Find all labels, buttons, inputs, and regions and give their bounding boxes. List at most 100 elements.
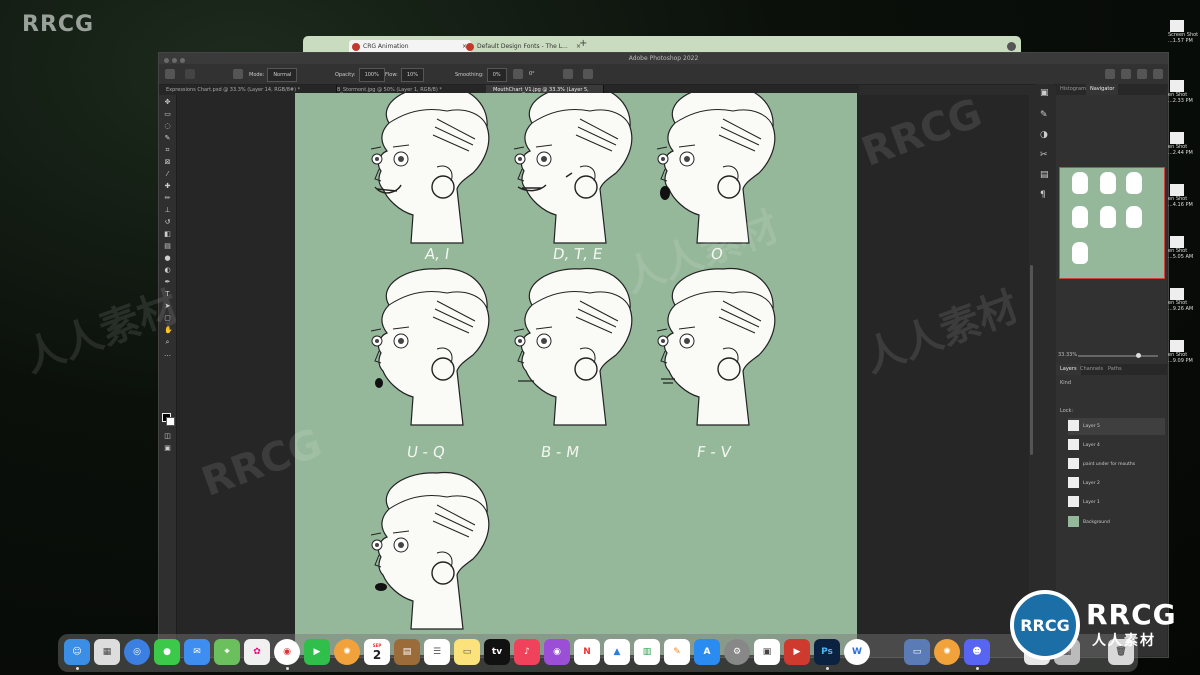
symmetry-icon[interactable] xyxy=(583,69,593,79)
rectangle-tool-icon[interactable]: ▢ xyxy=(164,315,171,322)
mode-select[interactable]: Normal xyxy=(267,68,298,82)
history-brush-icon[interactable]: ↺ xyxy=(164,219,171,226)
system-preferences-icon[interactable]: ⚙ xyxy=(724,639,750,665)
dodge-tool-icon[interactable]: ◐ xyxy=(164,267,171,274)
news-icon[interactable]: N xyxy=(574,639,600,665)
preview-icon[interactable]: ▭ xyxy=(904,639,930,665)
safari-icon[interactable]: ◎ xyxy=(124,639,150,665)
numbers-icon[interactable]: ▥ xyxy=(634,639,660,665)
more-tools-icon[interactable]: … xyxy=(164,351,171,358)
photos-icon[interactable]: ✿ xyxy=(244,639,270,665)
frame-tool-icon[interactable]: ⊠ xyxy=(164,159,171,166)
eraser-tool-icon[interactable]: ◧ xyxy=(164,231,171,238)
facetime-icon[interactable]: ▶ xyxy=(304,639,330,665)
browser-menu-icon[interactable] xyxy=(1007,42,1016,51)
home-icon[interactable] xyxy=(165,69,175,79)
sunflower-icon[interactable]: ✺ xyxy=(334,639,360,665)
flashcard-icon[interactable]: ▣ xyxy=(754,639,780,665)
app-store-icon[interactable]: A xyxy=(694,639,720,665)
stamp-tool-icon[interactable]: ⊥ xyxy=(164,207,171,214)
desktop-file[interactable]: en Shot ...2.44 PM xyxy=(1168,132,1196,156)
layer-row[interactable]: paint under for mouths xyxy=(1068,456,1165,473)
tab-paths[interactable]: Paths xyxy=(1104,364,1126,375)
mode-control[interactable]: Mode: Normal xyxy=(249,68,298,82)
layer-row[interactable]: Layer 2 xyxy=(1068,475,1165,492)
brush-settings-icon[interactable] xyxy=(233,69,243,79)
layer-row[interactable]: Layer 1 xyxy=(1068,494,1165,511)
angle-field[interactable]: 0° xyxy=(529,68,535,80)
opacity-field[interactable]: 100% xyxy=(358,68,385,82)
brush-tool-icon[interactable] xyxy=(185,69,195,79)
apple-tv-icon[interactable]: tv xyxy=(484,639,510,665)
discord-icon[interactable]: ☻ xyxy=(964,639,990,665)
reminders-icon[interactable]: ☰ xyxy=(424,639,450,665)
blur-tool-icon[interactable]: ● xyxy=(164,255,171,262)
flow-control[interactable]: Flow: 10% xyxy=(385,68,424,82)
desktop-file[interactable]: en Shot ...9.26 AM xyxy=(1168,288,1196,312)
eyedropper-icon[interactable]: ⁄ xyxy=(164,171,171,178)
music-icon[interactable]: ♪ xyxy=(514,639,540,665)
new-tab-button[interactable]: + xyxy=(579,38,587,49)
mail-icon[interactable]: ✉ xyxy=(184,639,210,665)
path-select-icon[interactable]: ➤ xyxy=(164,303,171,310)
desktop-file[interactable]: en Shot ...5.05 AM xyxy=(1168,236,1196,260)
paragraph-panel-icon[interactable]: ¶ xyxy=(1040,190,1050,200)
navigator-preview[interactable] xyxy=(1059,167,1165,279)
healing-brush-icon[interactable]: ✚ xyxy=(164,183,171,190)
gradient-tool-icon[interactable]: ▤ xyxy=(164,243,171,250)
desktop-file[interactable]: Screen Shot ...1.57 PM xyxy=(1168,20,1198,44)
layer-row[interactable]: Layer 4 xyxy=(1068,437,1165,454)
crop-tool-icon[interactable]: ⌗ xyxy=(164,147,171,154)
layer-row[interactable]: Background xyxy=(1068,514,1165,531)
hand-tool-icon[interactable]: ✋ xyxy=(164,327,173,334)
zoom-tool-icon[interactable]: ⌕ xyxy=(164,339,171,346)
word-icon[interactable]: W xyxy=(844,639,870,665)
smoothing-field[interactable]: 0% xyxy=(486,68,507,82)
move-tool-icon[interactable]: ✥ xyxy=(164,99,171,106)
launchpad-icon[interactable]: ▦ xyxy=(94,639,120,665)
desktop-file[interactable]: en Shot ...9.09 PM xyxy=(1168,340,1196,364)
share-icon[interactable] xyxy=(1137,69,1147,79)
pages-icon[interactable]: ✎ xyxy=(664,639,690,665)
screen-mode-icon[interactable]: ▣ xyxy=(164,445,171,452)
opacity-control[interactable]: Opacity: 100% xyxy=(335,68,385,82)
tab-navigator[interactable]: Navigator xyxy=(1086,84,1119,95)
pen-tool-icon[interactable]: ✒ xyxy=(164,279,171,286)
smoothing-control[interactable]: Smoothing: 0% xyxy=(455,68,507,82)
power-icon[interactable] xyxy=(1153,69,1163,79)
search-icon[interactable] xyxy=(1105,69,1115,79)
navigator-zoom-value[interactable]: 33.33% xyxy=(1058,352,1077,358)
type-tool-icon[interactable]: T xyxy=(164,291,171,298)
properties-panel-icon[interactable]: ✂ xyxy=(1040,150,1050,160)
chrome-icon[interactable]: ◉ xyxy=(274,639,300,665)
flow-field[interactable]: 10% xyxy=(400,68,424,82)
navigator-zoom-slider[interactable] xyxy=(1078,353,1158,358)
quick-select-icon[interactable]: ✎ xyxy=(164,135,171,142)
maps-icon[interactable]: ⌖ xyxy=(214,639,240,665)
pressure-icon[interactable] xyxy=(563,69,573,79)
adjustments-panel-icon[interactable]: ◑ xyxy=(1040,130,1050,140)
notes-icon[interactable]: ▭ xyxy=(454,639,480,665)
background-color-swatch[interactable] xyxy=(166,417,175,426)
layer-filter-kind[interactable]: Kind xyxy=(1060,380,1071,386)
desktop-file[interactable]: en Shot ...2.33 PM xyxy=(1168,80,1196,104)
calendar-icon[interactable]: SEP 2 xyxy=(364,639,390,665)
photoshop-icon[interactable]: Ps xyxy=(814,639,840,665)
sunflower-icon[interactable]: ✺ xyxy=(934,639,960,665)
messages-icon[interactable]: ● xyxy=(154,639,180,665)
scrollbar-thumb[interactable] xyxy=(1030,265,1033,455)
brush-tool-icon[interactable]: ✏ xyxy=(164,195,171,202)
presentation-icon[interactable]: ▶ xyxy=(784,639,810,665)
vertical-scrollbar[interactable] xyxy=(1029,95,1034,455)
keynote-icon[interactable]: ▲ xyxy=(604,639,630,665)
layer-row[interactable]: Layer 5 xyxy=(1068,418,1165,435)
finder-icon[interactable]: ☺ xyxy=(64,639,90,665)
tab-channels[interactable]: Channels xyxy=(1076,364,1107,375)
podcasts-icon[interactable]: ◉ xyxy=(544,639,570,665)
notebook-icon[interactable]: ▤ xyxy=(394,639,420,665)
document-canvas[interactable]: A, I D, T, E O U - Q B - M F - V xyxy=(295,93,857,655)
quick-mask-icon[interactable]: ◫ xyxy=(164,433,171,440)
artboard-tool-icon[interactable]: ▭ xyxy=(164,111,171,118)
libraries-panel-icon[interactable]: ▤ xyxy=(1040,170,1050,180)
gear-icon[interactable] xyxy=(513,69,523,79)
